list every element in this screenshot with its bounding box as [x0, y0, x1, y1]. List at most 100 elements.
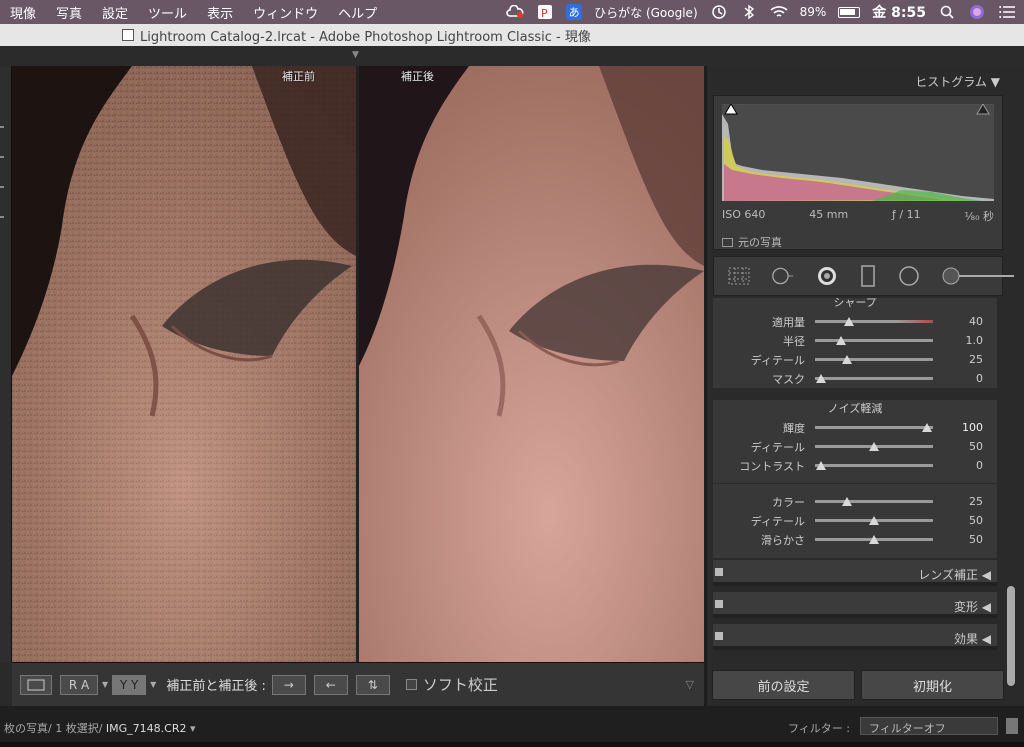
- copy-before-to-after-icon[interactable]: →: [271, 674, 306, 695]
- before-after-ra-button[interactable]: R A: [60, 674, 98, 695]
- smoothness-value[interactable]: 50: [953, 533, 983, 546]
- smoothness-slider[interactable]: 滑らかさ 50: [713, 530, 997, 549]
- spot-removal-icon[interactable]: [772, 265, 794, 287]
- slider-thumb[interactable]: [869, 516, 879, 525]
- luminance-detail-value[interactable]: 50: [953, 440, 983, 453]
- spotlight-search-icon[interactable]: [938, 3, 956, 21]
- sharpen-detail-slider[interactable]: ディテール 25: [713, 350, 997, 369]
- sharpen-amount-slider[interactable]: 適用量 40: [713, 312, 997, 331]
- copy-after-to-before-icon[interactable]: ←: [313, 674, 348, 695]
- red-eye-icon[interactable]: [816, 265, 838, 287]
- original-photo-toggle[interactable]: 元の写真: [722, 234, 782, 250]
- luminance-label: 輝度: [783, 421, 805, 435]
- develop-toolbar: R A ▼ Y Y ▼ 補正前と補正後 : → ← ⇅ ソフト校正 ▽: [12, 662, 704, 706]
- slider-track[interactable]: [815, 339, 933, 342]
- time-machine-icon[interactable]: [710, 3, 728, 21]
- original-photo-checkbox[interactable]: [722, 237, 733, 247]
- slider-thumb[interactable]: [844, 317, 855, 326]
- menu-window[interactable]: ウィンドウ: [243, 3, 328, 22]
- radial-filter-icon[interactable]: [898, 265, 920, 287]
- slider-track[interactable]: [815, 464, 933, 467]
- menu-photo[interactable]: 写真: [46, 3, 92, 22]
- slider-thumb[interactable]: [815, 374, 826, 383]
- sharpen-radius-slider[interactable]: 半径 1.0: [713, 331, 997, 350]
- battery-icon[interactable]: [838, 6, 861, 18]
- effects-panel[interactable]: 効果 ◀: [713, 624, 997, 650]
- slider-thumb[interactable]: [815, 461, 826, 470]
- soft-proof-toggle[interactable]: ソフト校正: [405, 674, 498, 695]
- soft-proof-checkbox[interactable]: [405, 679, 417, 690]
- color-value[interactable]: 25: [953, 495, 983, 508]
- transform-panel[interactable]: 変形 ◀: [713, 592, 997, 618]
- filter-lock-switch[interactable]: [1006, 718, 1018, 734]
- slider-track[interactable]: [815, 358, 933, 361]
- before-after-yy-button[interactable]: Y Y: [112, 674, 147, 695]
- slider-thumb[interactable]: [841, 355, 852, 364]
- histogram-header[interactable]: ヒストグラム ▼: [712, 66, 1004, 94]
- slider-thumb[interactable]: [869, 535, 879, 544]
- luminance-contrast-slider[interactable]: コントラスト 0: [713, 456, 997, 475]
- panel-switch-icon[interactable]: [715, 632, 723, 640]
- panel-switch-icon[interactable]: [715, 568, 723, 576]
- slider-track[interactable]: [815, 377, 933, 380]
- siri-icon[interactable]: [968, 3, 986, 21]
- menubar-clock[interactable]: 金 8:55: [872, 2, 926, 22]
- ra-dropdown-icon[interactable]: ▼: [102, 680, 108, 689]
- crop-overlay-icon[interactable]: [728, 265, 750, 287]
- chevron-down-icon[interactable]: ▾: [190, 722, 196, 735]
- notification-center-icon[interactable]: [998, 3, 1016, 21]
- right-panel-scrollbar[interactable]: [1007, 586, 1015, 686]
- sharpen-amount-value[interactable]: 40: [953, 315, 983, 328]
- current-filename[interactable]: IMG_7148.CR2: [106, 722, 187, 735]
- sharpen-mask-slider[interactable]: マスク 0: [713, 369, 997, 388]
- swap-icon[interactable]: ⇅: [355, 674, 390, 695]
- slider-thumb[interactable]: [835, 336, 846, 345]
- filter-select[interactable]: フィルターオフ: [860, 717, 998, 735]
- ime-icon[interactable]: あ: [566, 4, 583, 20]
- ime-name[interactable]: ひらがな (Google): [594, 4, 698, 21]
- graduated-filter-icon[interactable]: [860, 265, 876, 287]
- slider-track[interactable]: [815, 320, 933, 323]
- panel-switch-icon[interactable]: [715, 600, 723, 608]
- reset-button[interactable]: 初期化: [861, 670, 1004, 700]
- collapse-triangle-icon[interactable]: ▼: [991, 75, 1000, 89]
- slider-thumb[interactable]: [869, 442, 879, 451]
- previous-settings-button[interactable]: 前の設定: [712, 670, 855, 700]
- left-panel-strip[interactable]: [0, 66, 12, 662]
- wifi-icon[interactable]: [770, 3, 788, 21]
- bluetooth-icon[interactable]: [740, 3, 758, 21]
- slider-track[interactable]: [815, 500, 933, 503]
- bear-app-icon[interactable]: P: [536, 3, 554, 21]
- color-slider[interactable]: カラー 25: [713, 492, 997, 511]
- luminance-value[interactable]: 100: [953, 421, 983, 434]
- breadcrumb[interactable]: 枚の写真/ 1 枚選択/ IMG_7148.CR2 ▾: [4, 720, 196, 736]
- toolbar-menu-icon[interactable]: ▽: [686, 678, 694, 691]
- sharpen-radius-value[interactable]: 1.0: [953, 334, 984, 347]
- loupe-view-button[interactable]: [20, 674, 52, 695]
- lens-corrections-panel[interactable]: レンズ補正 ◀: [713, 560, 997, 586]
- color-detail-slider[interactable]: ディテール 50: [713, 511, 997, 530]
- left-edge: [0, 662, 12, 706]
- adjustment-brush-icon[interactable]: [942, 265, 1014, 287]
- slider-thumb[interactable]: [922, 423, 933, 432]
- before-image-pane[interactable]: 補正前: [12, 66, 356, 662]
- menu-tools[interactable]: ツール: [138, 3, 197, 22]
- menu-settings[interactable]: 設定: [92, 3, 138, 22]
- color-detail-value[interactable]: 50: [953, 514, 983, 527]
- compare-label: 補正前と補正後 :: [166, 679, 266, 694]
- luminance-slider[interactable]: 輝度 100: [713, 418, 997, 437]
- luminance-detail-slider[interactable]: ディテール 50: [713, 437, 997, 456]
- histogram-graph[interactable]: [722, 103, 994, 201]
- top-panel-toggle[interactable]: ▼: [0, 46, 1024, 66]
- sharpen-detail-value[interactable]: 25: [953, 353, 983, 366]
- slider-thumb[interactable]: [841, 497, 852, 506]
- menu-view[interactable]: 表示: [197, 3, 243, 22]
- yy-dropdown-icon[interactable]: ▼: [150, 680, 156, 689]
- menu-help[interactable]: ヘルプ: [328, 3, 387, 22]
- menu-develop[interactable]: 現像: [0, 3, 46, 22]
- slider-track[interactable]: [815, 426, 933, 429]
- sharpen-mask-value[interactable]: 0: [953, 372, 983, 385]
- creative-cloud-icon[interactable]: [506, 3, 524, 21]
- after-image-pane[interactable]: 補正後: [359, 66, 704, 662]
- luminance-contrast-value[interactable]: 0: [953, 459, 983, 472]
